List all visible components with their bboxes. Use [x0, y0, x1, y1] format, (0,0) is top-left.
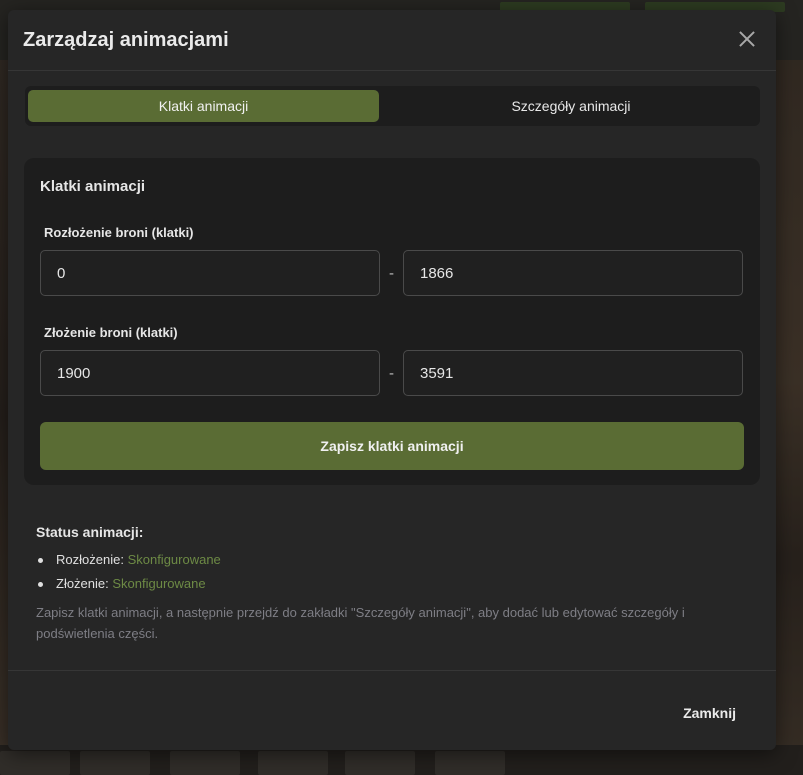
- fold-end-input[interactable]: [403, 350, 743, 396]
- range-separator: -: [389, 265, 394, 282]
- modal-footer: Zamknij: [8, 670, 776, 751]
- modal-header: Zarządzaj animacjami: [8, 10, 776, 71]
- unfold-start-input[interactable]: [40, 250, 380, 296]
- close-icon[interactable]: [736, 28, 758, 50]
- status-label: Rozłożenie:: [56, 552, 124, 567]
- fold-start-input[interactable]: [40, 350, 380, 396]
- status-item-unfold: Rozłożenie: Skonfigurowane: [36, 550, 221, 574]
- status-value: Skonfigurowane: [127, 552, 221, 567]
- close-button[interactable]: Zamknij: [683, 705, 736, 721]
- tab-bar: Klatki animacji Szczegóły animacji: [25, 86, 760, 126]
- unfold-end-input[interactable]: [403, 250, 743, 296]
- status-title: Status animacji:: [36, 524, 144, 540]
- status-item-fold: Złożenie: Skonfigurowane: [36, 574, 221, 598]
- modal-title: Zarządzaj animacjami: [23, 29, 229, 51]
- manage-animations-modal: Zarządzaj animacjami Klatki animacji Szc…: [8, 10, 776, 750]
- status-value: Skonfigurowane: [112, 576, 206, 591]
- range-separator: -: [389, 365, 394, 382]
- fold-frames-label: Złożenie broni (klatki): [44, 325, 178, 340]
- card-title: Klatki animacji: [40, 178, 146, 195]
- status-label: Złożenie:: [56, 576, 109, 591]
- tab-animation-details[interactable]: Szczegóły animacji: [385, 90, 757, 122]
- hint-text: Zapisz klatki animacji, a następnie prze…: [36, 605, 685, 641]
- save-frames-button[interactable]: Zapisz klatki animacji: [40, 422, 744, 470]
- status-list: Rozłożenie: Skonfigurowane Złożenie: Sko…: [36, 550, 221, 598]
- tab-animation-frames[interactable]: Klatki animacji: [28, 90, 379, 122]
- unfold-frames-label: Rozłożenie broni (klatki): [44, 225, 194, 240]
- animation-frames-card: Klatki animacji Rozłożenie broni (klatki…: [24, 158, 760, 485]
